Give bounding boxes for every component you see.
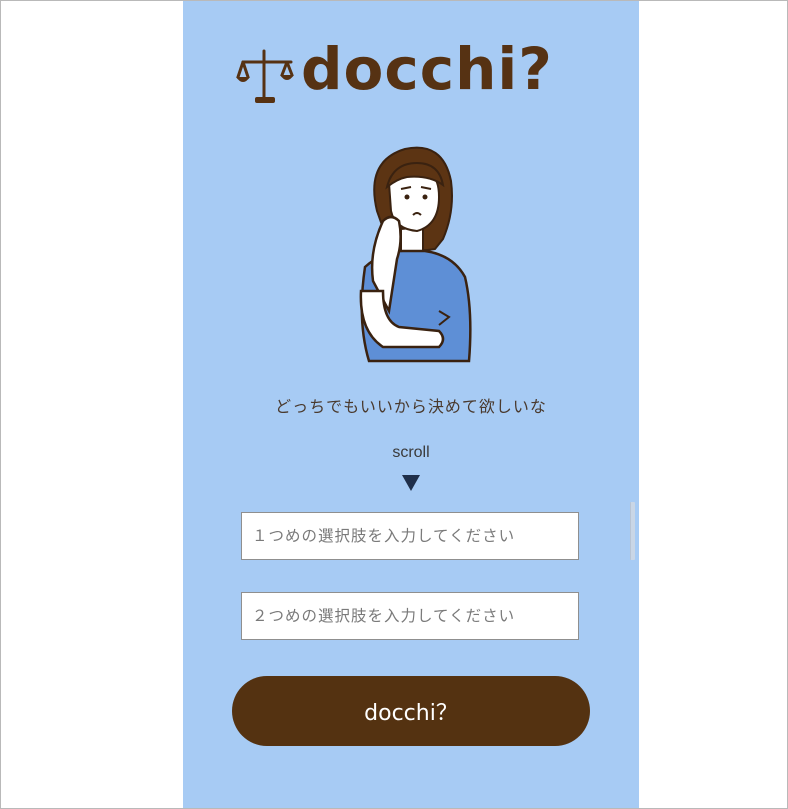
option-1-input[interactable]: [241, 512, 579, 560]
app-screen: docchi? どっちでもいいから決めて欲しいな scroll docchi？: [183, 1, 639, 808]
triangle-down-icon: [402, 475, 420, 491]
docchi-submit-button[interactable]: docchi？: [232, 676, 590, 746]
balance-scale-icon: [236, 49, 294, 103]
scroll-hint-label: scroll: [392, 444, 430, 461]
scrollbar-thumb[interactable]: [630, 502, 635, 560]
option-2-input[interactable]: [241, 592, 579, 640]
tagline-text: どっちでもいいから決めて欲しいな: [275, 397, 547, 416]
app-logo: docchi?: [233, 35, 593, 111]
logo-wordmark: docchi?: [301, 35, 553, 103]
thinking-woman-illustration: [359, 146, 472, 363]
